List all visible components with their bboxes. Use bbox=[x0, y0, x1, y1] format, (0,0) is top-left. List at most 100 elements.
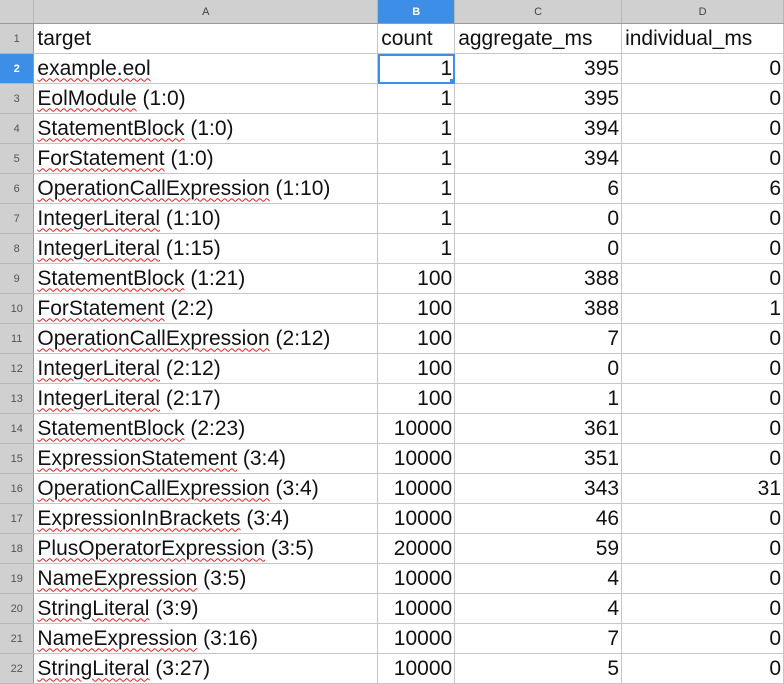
cell-target[interactable]: StringLiteral (3:9) bbox=[33, 593, 379, 624]
row-header[interactable]: 1 bbox=[0, 23, 35, 54]
cell-target[interactable]: NameExpression (3:5) bbox=[33, 563, 379, 594]
cell-target[interactable]: ExpressionInBrackets (3:4) bbox=[33, 503, 379, 534]
cell-target[interactable]: StatementBlock (1:21) bbox=[33, 263, 379, 294]
cell-individual-ms[interactable]: 0 bbox=[621, 143, 784, 174]
cell-aggregate-ms[interactable]: 46 bbox=[454, 503, 623, 534]
cell-individual-ms[interactable]: 0 bbox=[621, 503, 784, 534]
cell-count[interactable]: 1 bbox=[377, 203, 456, 234]
cell-count[interactable]: 20000 bbox=[377, 533, 456, 564]
row-header[interactable]: 7 bbox=[0, 203, 35, 234]
cell-target[interactable]: NameExpression (3:16) bbox=[33, 623, 379, 654]
cell-aggregate-ms[interactable]: 388 bbox=[454, 293, 623, 324]
cell-target[interactable]: OperationCallExpression (3:4) bbox=[33, 473, 379, 504]
column-header-c[interactable]: C bbox=[454, 0, 623, 24]
cell-count[interactable]: 1 bbox=[377, 143, 456, 174]
row-header[interactable]: 13 bbox=[0, 383, 35, 414]
cell-target[interactable]: StatementBlock (1:0) bbox=[33, 113, 379, 144]
row-header[interactable]: 16 bbox=[0, 473, 35, 504]
cell-target[interactable]: IntegerLiteral (2:17) bbox=[33, 383, 379, 414]
cell-count[interactable]: 1 bbox=[377, 83, 456, 114]
row-header[interactable]: 10 bbox=[0, 293, 35, 324]
cell-target[interactable]: OperationCallExpression (1:10) bbox=[33, 173, 379, 204]
cell-count[interactable]: 10000 bbox=[377, 473, 456, 504]
cell-aggregate-ms[interactable]: 6 bbox=[454, 173, 623, 204]
cell-target[interactable]: IntegerLiteral (1:15) bbox=[33, 233, 379, 264]
row-header[interactable]: 22 bbox=[0, 653, 35, 684]
cell-individual-ms[interactable]: 6 bbox=[621, 173, 784, 204]
cell-individual-ms[interactable]: 0 bbox=[621, 383, 784, 414]
cell-b1[interactable]: count bbox=[377, 23, 456, 54]
cell-aggregate-ms[interactable]: 0 bbox=[454, 203, 623, 234]
cell-target[interactable]: IntegerLiteral (2:12) bbox=[33, 353, 379, 384]
cell-individual-ms[interactable]: 1 bbox=[621, 293, 784, 324]
cell-count[interactable]: 10000 bbox=[377, 443, 456, 474]
cell-aggregate-ms[interactable]: 351 bbox=[454, 443, 623, 474]
cell-individual-ms[interactable]: 0 bbox=[621, 233, 784, 264]
column-header-a[interactable]: A bbox=[33, 0, 379, 24]
cell-aggregate-ms[interactable]: 394 bbox=[454, 113, 623, 144]
cell-count[interactable]: 100 bbox=[377, 353, 456, 384]
column-header-b[interactable]: B bbox=[377, 0, 456, 24]
cell-individual-ms[interactable]: 0 bbox=[621, 413, 784, 444]
row-header[interactable]: 11 bbox=[0, 323, 35, 354]
row-header[interactable]: 3 bbox=[0, 83, 35, 114]
cell-aggregate-ms[interactable]: 59 bbox=[454, 533, 623, 564]
cell-target[interactable]: example.eol bbox=[33, 53, 379, 84]
cell-aggregate-ms[interactable]: 361 bbox=[454, 413, 623, 444]
cell-aggregate-ms[interactable]: 0 bbox=[454, 233, 623, 264]
cell-individual-ms[interactable]: 0 bbox=[621, 83, 784, 114]
cell-target[interactable]: StatementBlock (2:23) bbox=[33, 413, 379, 444]
row-header[interactable]: 21 bbox=[0, 623, 35, 654]
cell-individual-ms[interactable]: 0 bbox=[621, 533, 784, 564]
cell-target[interactable]: ForStatement (1:0) bbox=[33, 143, 379, 174]
cell-aggregate-ms[interactable]: 388 bbox=[454, 263, 623, 294]
cell-aggregate-ms[interactable]: 394 bbox=[454, 143, 623, 174]
cell-individual-ms[interactable]: 0 bbox=[621, 653, 784, 684]
cell-aggregate-ms[interactable]: 0 bbox=[454, 353, 623, 384]
row-header[interactable]: 6 bbox=[0, 173, 35, 204]
cell-aggregate-ms[interactable]: 343 bbox=[454, 473, 623, 504]
row-header[interactable]: 18 bbox=[0, 533, 35, 564]
row-header[interactable]: 5 bbox=[0, 143, 35, 174]
row-header[interactable]: 8 bbox=[0, 233, 35, 264]
cell-count[interactable]: 10000 bbox=[377, 563, 456, 594]
cell-count[interactable]: 1 bbox=[377, 233, 456, 264]
cell-target[interactable]: ExpressionStatement (3:4) bbox=[33, 443, 379, 474]
cell-d1[interactable]: individual_ms bbox=[621, 23, 784, 54]
cell-individual-ms[interactable]: 0 bbox=[621, 53, 784, 84]
cell-target[interactable]: ForStatement (2:2) bbox=[33, 293, 379, 324]
cell-individual-ms[interactable]: 0 bbox=[621, 113, 784, 144]
cell-target[interactable]: OperationCallExpression (2:12) bbox=[33, 323, 379, 354]
cell-individual-ms[interactable]: 0 bbox=[621, 203, 784, 234]
cell-aggregate-ms[interactable]: 5 bbox=[454, 653, 623, 684]
cell-count[interactable]: 100 bbox=[377, 263, 456, 294]
cell-aggregate-ms[interactable]: 4 bbox=[454, 563, 623, 594]
cell-individual-ms[interactable]: 0 bbox=[621, 353, 784, 384]
column-header-d[interactable]: D bbox=[621, 0, 784, 24]
cell-aggregate-ms[interactable]: 4 bbox=[454, 593, 623, 624]
cell-count[interactable]: 1 bbox=[377, 113, 456, 144]
cell-count[interactable]: 100 bbox=[377, 323, 456, 354]
cell-individual-ms[interactable]: 0 bbox=[621, 263, 784, 294]
cell-aggregate-ms[interactable]: 1 bbox=[454, 383, 623, 414]
cell-aggregate-ms[interactable]: 7 bbox=[454, 623, 623, 654]
row-header[interactable]: 12 bbox=[0, 353, 35, 384]
cell-count[interactable]: 10000 bbox=[377, 593, 456, 624]
cell-individual-ms[interactable]: 0 bbox=[621, 623, 784, 654]
cell-target[interactable]: IntegerLiteral (1:10) bbox=[33, 203, 379, 234]
cell-individual-ms[interactable]: 0 bbox=[621, 593, 784, 624]
cell-target[interactable]: PlusOperatorExpression (3:5) bbox=[33, 533, 379, 564]
cell-target[interactable]: StringLiteral (3:27) bbox=[33, 653, 379, 684]
cell-aggregate-ms[interactable]: 395 bbox=[454, 83, 623, 114]
cell-individual-ms[interactable]: 0 bbox=[621, 563, 784, 594]
select-all-corner[interactable] bbox=[0, 0, 35, 24]
row-header[interactable]: 2 bbox=[0, 53, 35, 84]
row-header[interactable]: 19 bbox=[0, 563, 35, 594]
row-header[interactable]: 17 bbox=[0, 503, 35, 534]
fill-handle[interactable] bbox=[450, 79, 454, 83]
cell-a1[interactable]: target bbox=[33, 23, 379, 54]
cell-count[interactable]: 100 bbox=[377, 293, 456, 324]
cell-count[interactable]: 1 bbox=[377, 173, 456, 204]
cell-count[interactable]: 100 bbox=[377, 383, 456, 414]
row-header[interactable]: 15 bbox=[0, 443, 35, 474]
